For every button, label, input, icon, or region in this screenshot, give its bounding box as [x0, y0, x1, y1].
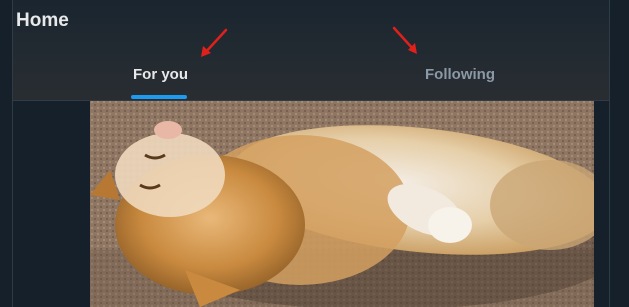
annotation-arrow-icon [392, 26, 417, 54]
tab-for-you[interactable]: For you [120, 60, 200, 100]
tab-following[interactable]: Following [415, 60, 505, 100]
kitten-photo [90, 100, 594, 307]
tab-active-indicator [131, 95, 187, 99]
header-divider [13, 100, 609, 101]
tab-for-you-label: For you [133, 66, 188, 83]
annotation-arrow-icon [201, 28, 228, 57]
tab-following-label: Following [425, 66, 495, 83]
page-title: Home [16, 10, 69, 31]
post-image[interactable] [90, 100, 594, 307]
header-backdrop [13, 0, 609, 100]
